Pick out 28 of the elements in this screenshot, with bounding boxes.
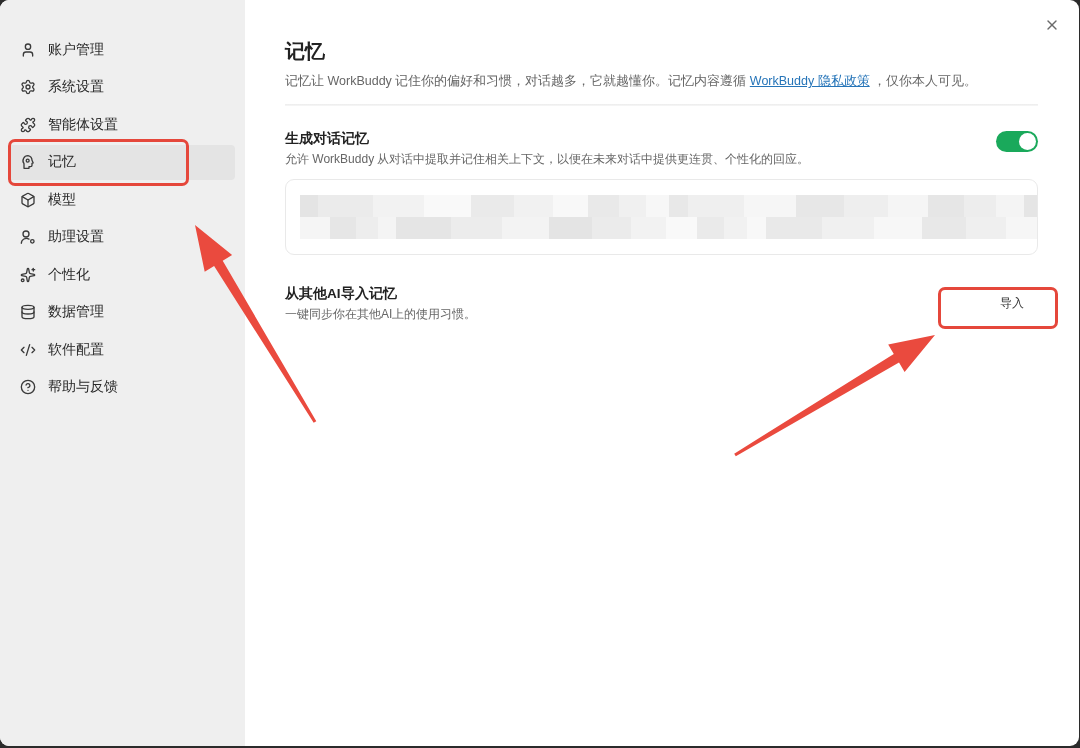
sidebar-item[interactable]: 智能体设置 xyxy=(8,107,235,142)
head-icon xyxy=(20,154,36,170)
toggle-switch[interactable] xyxy=(996,131,1038,152)
section-title: 生成对话记忆 xyxy=(285,130,370,148)
import-button[interactable]: 导入 xyxy=(986,288,1038,318)
sidebar-item[interactable]: 模型 xyxy=(8,182,235,217)
section-title: 从其他AI导入记忆 xyxy=(285,285,398,303)
sidebar-item[interactable]: 系统设置 xyxy=(8,69,235,105)
puzzle-icon xyxy=(20,116,36,133)
code-icon xyxy=(20,341,36,358)
sidebar-item[interactable]: 助理设置 xyxy=(8,219,235,255)
gear-icon xyxy=(20,79,36,95)
sidebar-item[interactable]: 软件配置 xyxy=(8,332,235,367)
section-description: 一键同步你在其他AI上的使用习惯。 xyxy=(285,306,477,322)
section-description: 允许 WorkBuddy 从对话中提取并记住相关上下文，以便在未来对话中提供更连贯、个性化的回应。 xyxy=(285,151,810,167)
database-icon xyxy=(20,304,36,320)
help-icon xyxy=(20,379,36,395)
sidebar-item[interactable]: 账户管理 xyxy=(8,32,235,67)
privacy-policy-link[interactable]: WorkBuddy 隐私政策 xyxy=(749,74,870,88)
page-title: 记忆 xyxy=(285,39,326,64)
sidebar-item[interactable]: 帮助与反馈 xyxy=(8,369,235,405)
sidebar-item[interactable]: 个性化 xyxy=(8,257,235,292)
user-icon xyxy=(20,41,36,58)
sidebar-item[interactable]: 数据管理 xyxy=(8,294,235,330)
person-icon xyxy=(20,229,36,245)
cube-icon xyxy=(20,191,36,208)
sparkles-icon xyxy=(20,266,36,283)
page-description: 记忆让 WorkBuddy 记住你的偏好和习惯，对话越多，它就越懂你。记忆内容遵循 WorkBuddy 隐私政策 ，仅你本人可见。 xyxy=(285,73,979,90)
